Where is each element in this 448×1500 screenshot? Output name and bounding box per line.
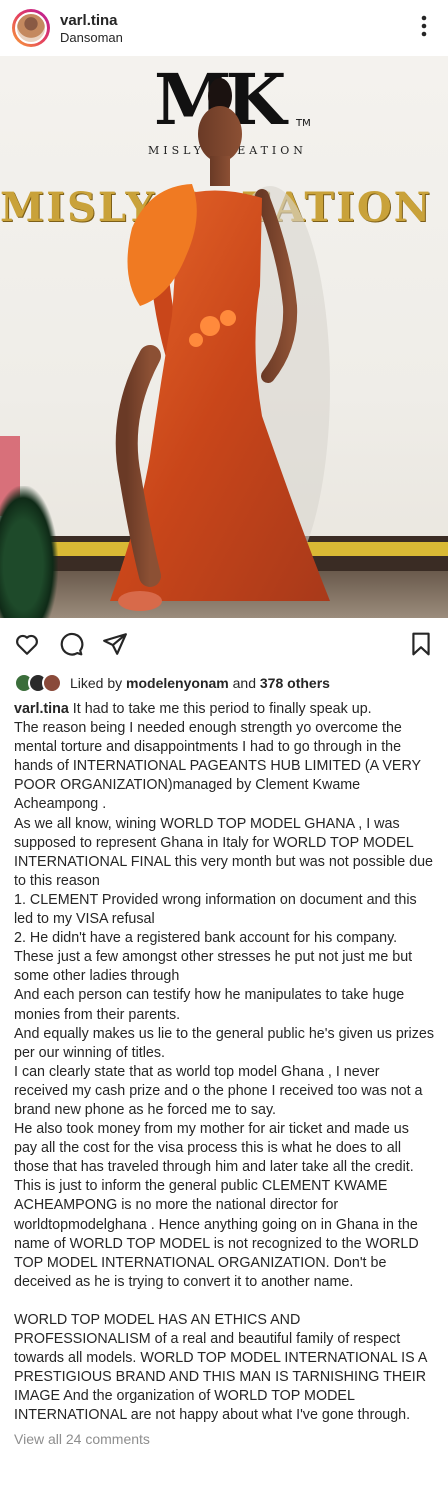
caption-blank-line xyxy=(14,1292,434,1311)
caption-line: And each person can testify how he manip… xyxy=(14,987,405,1023)
bookmark-icon[interactable] xyxy=(408,631,434,657)
caption-line: I can clearly state that as world top mo… xyxy=(14,1063,423,1118)
model-figure xyxy=(110,78,330,611)
send-icon[interactable] xyxy=(102,631,128,657)
caption-line: This is just to inform the general publi… xyxy=(14,1178,419,1290)
likes-and: and xyxy=(232,675,256,691)
caption-first-line: varl.tina It had to take me this period … xyxy=(14,700,434,719)
caption-line: 1. CLEMENT Provided wrong information on… xyxy=(14,891,417,928)
likes-count[interactable]: 378 others xyxy=(260,675,330,691)
more-vertical-icon[interactable] xyxy=(412,15,436,41)
post-actions xyxy=(0,618,448,670)
avatar-image xyxy=(15,12,47,44)
comment-icon[interactable] xyxy=(58,631,84,657)
heart-icon[interactable] xyxy=(14,631,40,657)
caption-line: As we all know, wining WORLD TOP MODEL G… xyxy=(14,815,434,889)
liker-username[interactable]: modelenyonam xyxy=(126,675,229,691)
caption-line: These just a few amongst other stresses … xyxy=(14,949,413,985)
avatar[interactable] xyxy=(12,9,50,47)
post-header: varl.tina Dansoman xyxy=(0,0,448,56)
likes-summary[interactable]: Liked by modelenyonam and 378 others xyxy=(0,670,448,696)
caption-line: And equally makes us lie to the general … xyxy=(14,1025,434,1061)
post-caption: varl.tina It had to take me this period … xyxy=(0,696,448,1425)
liker-avatars xyxy=(14,673,62,693)
user-info: varl.tina Dansoman xyxy=(60,12,412,45)
view-all-comments-link[interactable]: View all 24 comments xyxy=(0,1425,448,1447)
likes-prefix: Liked by xyxy=(70,675,123,691)
username[interactable]: varl.tina xyxy=(60,12,412,29)
liker-avatar xyxy=(42,673,62,693)
caption-line: WORLD TOP MODEL HAS AN ETHICS AND PROFES… xyxy=(14,1311,427,1424)
caption-text: It had to take me this period to finally… xyxy=(68,701,372,717)
location[interactable]: Dansoman xyxy=(60,30,412,45)
caption-line: The reason being I needed enough strengt… xyxy=(14,720,421,813)
caption-line: He also took money from my mother for ai… xyxy=(14,1121,414,1176)
caption-line: 2. He didn't have a registered bank acco… xyxy=(14,930,398,947)
caption-username[interactable]: varl.tina xyxy=(14,701,69,717)
post-image[interactable]: MK TM MISLY CREATION MISLY CREATION xyxy=(0,56,448,618)
